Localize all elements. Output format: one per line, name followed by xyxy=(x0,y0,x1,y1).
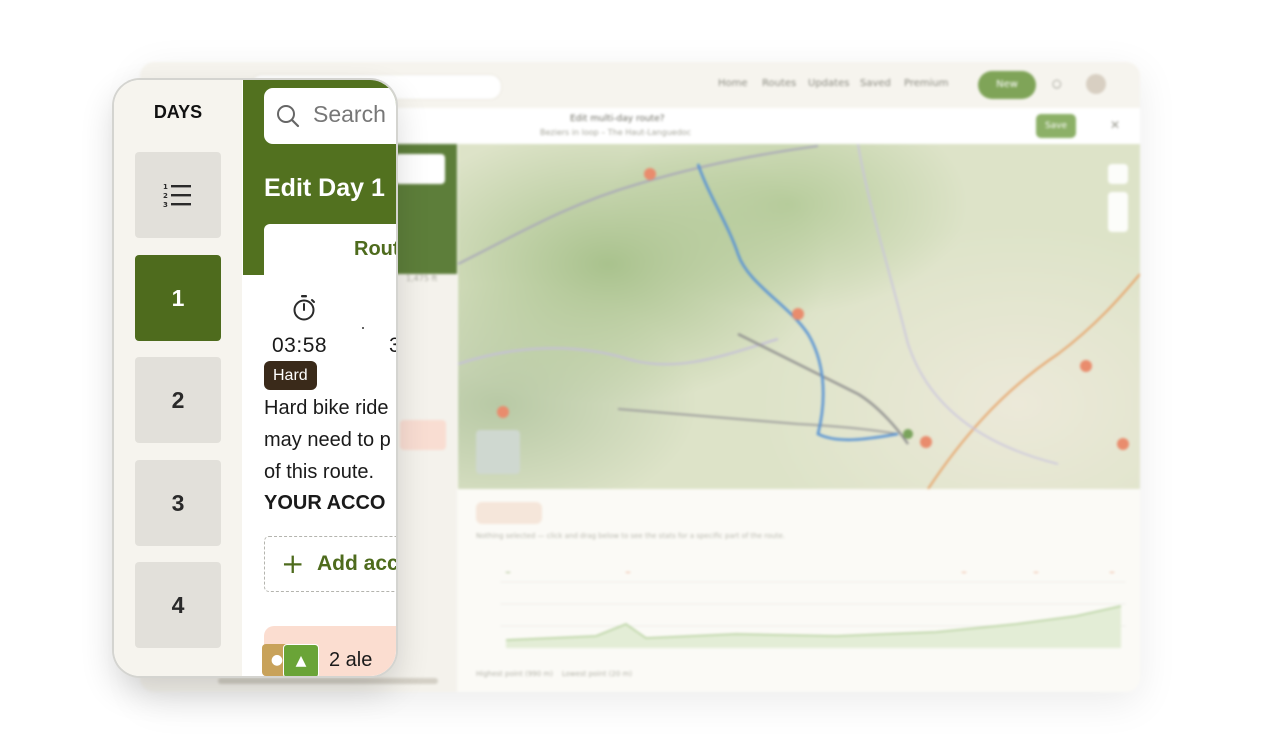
add-accommodation-label: Add acc xyxy=(317,552,396,575)
add-accommodation-button[interactable]: + Add acc xyxy=(264,536,396,592)
legend-lowest-point: Lowest point (20 m) xyxy=(561,670,633,678)
route-description-line-2: may need to p xyxy=(264,429,391,451)
map-routes-svg xyxy=(458,144,1140,489)
overview-list-button[interactable]: 1 2 3 xyxy=(135,152,221,238)
page-title: Edit Day 1 xyxy=(264,174,385,202)
mobile-day-editor: DAYS 1 2 3 1 2 3 4 Search Edit Day 1 Rou… xyxy=(114,80,396,676)
days-title: DAYS xyxy=(153,102,203,122)
accommodation-heading: YOUR ACCO xyxy=(264,492,386,514)
background-side-stat: 1,475 ft xyxy=(406,274,438,283)
day-1-button[interactable]: 1 xyxy=(135,255,221,341)
background-edit-subtitle: Beziers in loop – The Haut-Languedoc xyxy=(540,128,692,137)
bell-icon: ○ xyxy=(1052,77,1062,90)
distance-value: 3 xyxy=(389,334,396,357)
numbered-list-icon: 1 2 3 xyxy=(163,183,191,208)
background-nav-premium: Premium xyxy=(904,78,949,89)
search-placeholder: Search xyxy=(313,101,386,127)
background-elevation-button xyxy=(476,502,542,524)
days-sidebar: DAYS 1 2 3 1 2 3 4 xyxy=(114,80,242,676)
tab-route-label: Rout xyxy=(354,238,396,260)
tab-route[interactable]: Rout xyxy=(264,224,396,284)
avatar xyxy=(1086,74,1106,94)
day-2-button[interactable]: 2 xyxy=(135,357,221,443)
day-4-button[interactable]: 4 xyxy=(135,562,221,648)
alerts-label: 2 ale xyxy=(329,649,373,671)
background-nav-saved: Saved xyxy=(860,78,891,89)
background-sidebar-tab xyxy=(395,154,445,184)
svg-text:1: 1 xyxy=(163,183,168,191)
edit-day-panel: Search Edit Day 1 Rout 03:58 3 Hard Hard… xyxy=(243,80,396,676)
park-icon: ▲ xyxy=(283,644,319,676)
background-nav-routes: Routes xyxy=(762,78,797,89)
close-icon: ✕ xyxy=(1110,118,1121,132)
background-new-button: New xyxy=(978,71,1036,99)
difficulty-badge: Hard xyxy=(264,361,317,390)
stopwatch-icon xyxy=(293,295,315,321)
background-alert-pill xyxy=(400,420,446,450)
legend-highest-point: Highest point (990 m) xyxy=(476,670,553,678)
background-edit-title: Edit multi-day route? xyxy=(570,114,665,124)
svg-text:3: 3 xyxy=(163,201,168,208)
background-nav-home: Home xyxy=(718,78,748,89)
background-nav-updates: Updates xyxy=(808,78,850,89)
route-description-line-3: of this route. xyxy=(264,461,375,483)
background-elevation-note: Nothing selected — click and drag below … xyxy=(476,532,785,540)
background-save-button: Save xyxy=(1036,114,1076,138)
background-map xyxy=(458,144,1140,489)
background-elevation-chart xyxy=(500,572,1126,648)
svg-text:2: 2 xyxy=(163,192,168,200)
search-icon xyxy=(277,105,300,128)
duration-value: 03:58 xyxy=(272,334,328,357)
background-elevation-legend: Highest point (990 m) Lowest point (20 m… xyxy=(476,670,632,678)
stat-separator xyxy=(362,327,364,329)
background-scrollbar xyxy=(218,678,438,684)
route-description-line-1: Hard bike ride xyxy=(264,397,389,419)
day-3-button[interactable]: 3 xyxy=(135,460,221,546)
search-input[interactable]: Search xyxy=(264,88,396,144)
plus-icon: + xyxy=(281,547,305,580)
